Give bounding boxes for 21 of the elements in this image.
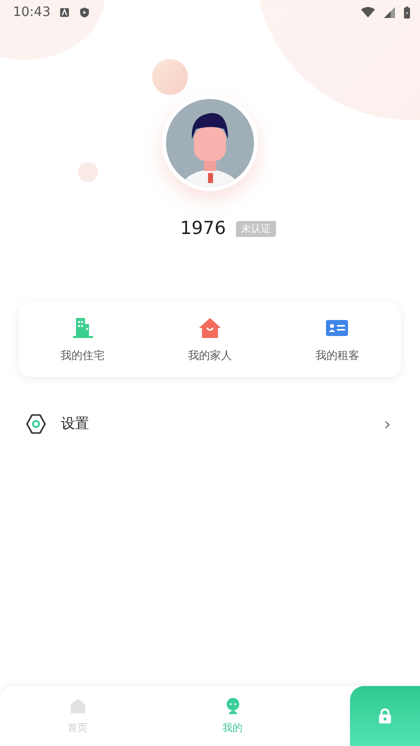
shortcut-item[interactable]: 我的租客 (274, 302, 401, 377)
decorative-circle (78, 162, 98, 182)
lock-button[interactable] (350, 686, 420, 746)
shortcut-item[interactable]: 我的住宅 (19, 302, 146, 377)
shield-icon (79, 6, 90, 18)
settings-row[interactable]: 设置 › (0, 409, 420, 439)
signal-icon (384, 6, 395, 18)
shortcut-item[interactable]: 我的家人 (146, 302, 274, 377)
building-icon (70, 316, 95, 340)
chevron-icon: › (384, 414, 391, 434)
person-icon (224, 697, 242, 715)
battery-icon (404, 6, 410, 18)
verification-badge: 未认证 (236, 220, 276, 236)
user-name: 1976 (180, 218, 226, 239)
lock-icon (378, 708, 392, 724)
status-time: 10:43 (13, 4, 50, 20)
house-icon (68, 697, 86, 715)
house-icon (198, 316, 222, 340)
wifi-icon (361, 6, 375, 18)
settings-icon (24, 412, 48, 436)
decorative-circle (152, 59, 188, 95)
